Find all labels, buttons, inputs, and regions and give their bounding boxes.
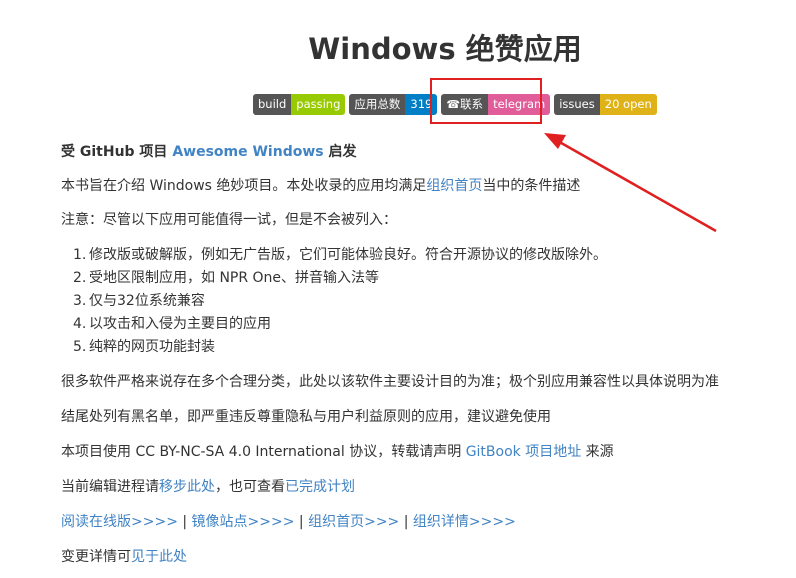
list-item: 1. 修改版或破解版，例如无广告版，它们可能体验良好。符合开源协议的修改版除外。 [73, 247, 607, 263]
org-home-link[interactable]: 组织首页 [426, 178, 482, 194]
page-title: Windows 绝赞应用 [308, 32, 582, 66]
mirror-site-link[interactable]: 镜像站点>>>> [192, 514, 295, 530]
nav-links: 阅读在线版>>>> | 镜像站点>>>> | 组织首页>>> | 组织详情>>>… [61, 512, 516, 532]
intro-line: 本书旨在介绍 Windows 绝妙项目。本处收录的应用均满足组织首页当中的条件描… [61, 178, 581, 194]
list-item: 5. 纯粹的网页功能封装 [73, 339, 215, 355]
app-count-badge-label: 应用总数 [349, 94, 406, 115]
classification-note: 很多软件严格来说存在多个合理分类，此处以该软件主要设计目的为准；极个别应用兼容性… [61, 374, 719, 390]
org-home-nav-link[interactable]: 组织首页>>> [308, 514, 399, 530]
progress-link[interactable]: 移步此处 [159, 479, 215, 495]
build-badge-label: build [253, 94, 292, 115]
issues-badge-value: 20 open [599, 94, 657, 115]
build-badge[interactable]: build passing [253, 94, 346, 115]
app-count-badge[interactable]: 应用总数 319 [349, 94, 438, 115]
changelog-line: 变更详情可见于此处 [61, 549, 187, 565]
notice-line: 注意：尽管以下应用可能值得一试，但是不会被列入： [61, 212, 397, 228]
issues-badge[interactable]: issues 20 open [554, 94, 657, 115]
changelog-link[interactable]: 见于此处 [131, 549, 187, 565]
build-badge-value: passing [291, 94, 346, 115]
org-details-link[interactable]: 组织详情>>>> [413, 514, 516, 530]
list-item: 3. 仅与32位系统兼容 [73, 293, 205, 309]
gitbook-link[interactable]: GitBook 项目地址 [466, 444, 582, 460]
blacklist-note: 结尾处列有黑名单，即严重违反尊重隐私与用户利益原则的应用，建议避免使用 [61, 409, 551, 425]
progress-line: 当前编辑进程请移步此处，也可查看已完成计划 [61, 479, 355, 495]
list-item: 4. 以攻击和入侵为主要目的应用 [73, 316, 271, 332]
list-item: 2. 受地区限制应用，如 NPR One、拼音输入法等 [73, 270, 380, 286]
awesome-windows-link[interactable]: Awesome Windows [172, 144, 323, 160]
nav-separator: | [298, 514, 304, 530]
nav-separator: | [403, 514, 409, 530]
license-line: 本项目使用 CC BY-NC-SA 4.0 International 协议，转… [61, 444, 614, 460]
annotation-highlight-box [430, 78, 542, 124]
completed-plan-link[interactable]: 已完成计划 [285, 479, 355, 495]
inspired-line: 受 GitHub 项目 Awesome Windows 启发 [61, 144, 357, 160]
nav-separator: | [182, 514, 188, 530]
issues-badge-label: issues [554, 94, 600, 115]
read-online-link[interactable]: 阅读在线版>>>> [61, 514, 178, 530]
